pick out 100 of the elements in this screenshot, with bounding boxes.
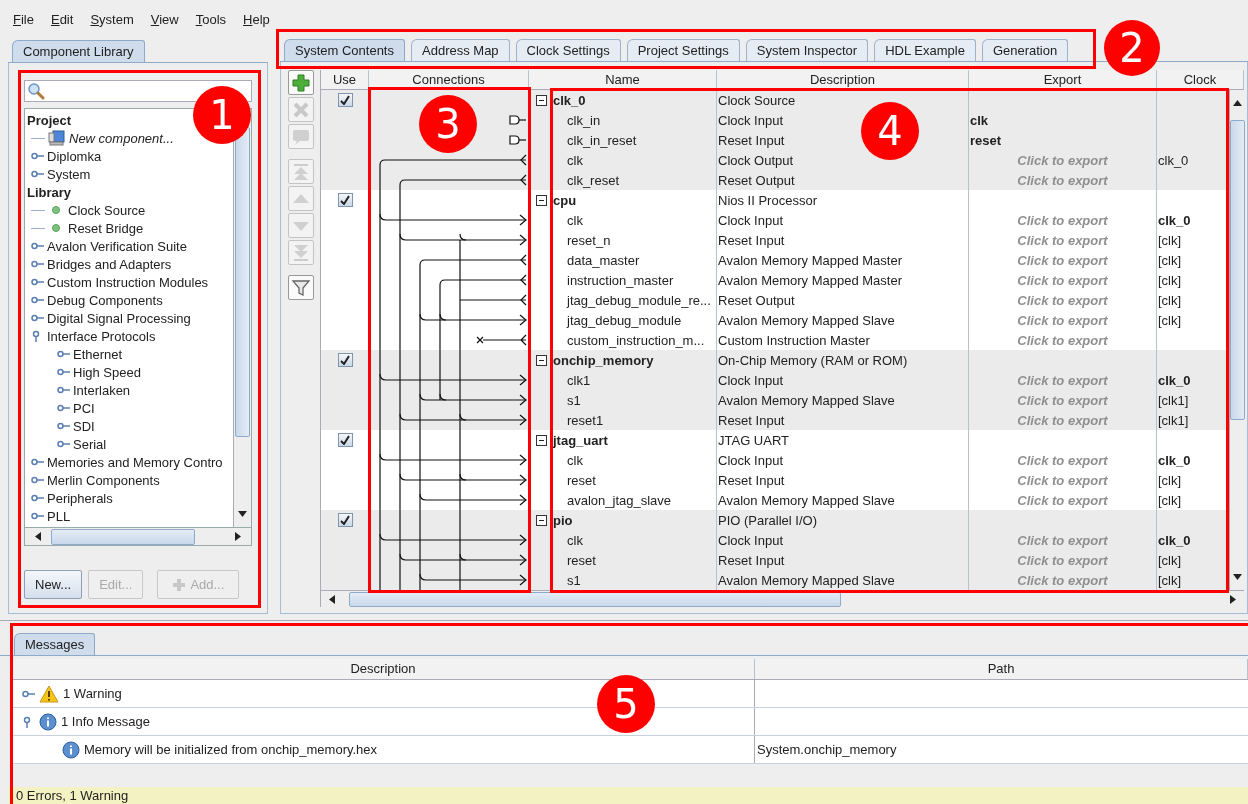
collapsed-node-icon[interactable] bbox=[57, 402, 70, 414]
tree-item[interactable]: Reset Bridge bbox=[68, 220, 144, 236]
tab[interactable]: Project Settings bbox=[626, 39, 740, 61]
collapsed-node-icon[interactable] bbox=[57, 420, 70, 432]
tree-item[interactable]: Digital Signal Processing bbox=[47, 310, 191, 326]
menu-item[interactable]: Tools bbox=[195, 12, 227, 28]
collapsed-node-icon[interactable] bbox=[31, 240, 44, 252]
column-header[interactable]: Path bbox=[755, 659, 1248, 679]
tree-item[interactable]: New component... bbox=[69, 130, 174, 146]
message-text[interactable]: 1 Info Message bbox=[61, 714, 150, 729]
tab[interactable]: Address Map bbox=[411, 39, 510, 61]
output-connection-line[interactable] bbox=[419, 254, 527, 266]
collapsed-node-icon[interactable] bbox=[31, 168, 44, 180]
unconnected-port-line[interactable] bbox=[476, 334, 527, 346]
module-name[interactable]: jtag_uart bbox=[553, 432, 608, 448]
menu-item[interactable]: File bbox=[13, 12, 34, 28]
collapse-icon[interactable] bbox=[536, 194, 547, 206]
input-connection-arrow[interactable] bbox=[399, 233, 527, 246]
collapsed-node-icon[interactable] bbox=[31, 456, 44, 468]
menu-item[interactable]: Edit bbox=[50, 12, 74, 28]
collapsed-node-icon[interactable] bbox=[31, 510, 44, 522]
tab[interactable]: Messages bbox=[14, 633, 96, 655]
column-header[interactable]: Use bbox=[321, 70, 369, 89]
tree-item[interactable]: Peripherals bbox=[47, 490, 113, 506]
tree-item[interactable]: Bridges and Adapters bbox=[47, 256, 172, 272]
tree-item[interactable]: System bbox=[47, 166, 91, 182]
scrollbar[interactable] bbox=[24, 527, 252, 546]
tab[interactable]: HDL Example bbox=[874, 39, 976, 61]
collapsed-node-icon[interactable] bbox=[31, 312, 44, 324]
tab[interactable]: System Contents bbox=[284, 39, 405, 61]
collapsed-node-icon[interactable] bbox=[57, 438, 70, 450]
tree-item[interactable]: Serial bbox=[73, 436, 107, 452]
checkbox[interactable] bbox=[337, 433, 353, 447]
scrollbar[interactable] bbox=[1229, 90, 1245, 590]
module-name[interactable]: pio bbox=[553, 512, 573, 528]
tree-item[interactable]: High Speed bbox=[73, 364, 141, 380]
button[interactable]: New... bbox=[24, 570, 83, 599]
tree-heading[interactable]: Library bbox=[27, 184, 72, 200]
input-connection-arrow[interactable] bbox=[419, 313, 527, 326]
tab[interactable]: Clock Settings bbox=[515, 39, 621, 61]
toolbar-button[interactable] bbox=[288, 275, 314, 300]
tree-item[interactable]: Debug Components bbox=[47, 292, 163, 308]
module-name[interactable]: clk_0 bbox=[553, 92, 586, 108]
input-connection-arrow[interactable] bbox=[399, 473, 527, 486]
message-text[interactable]: Memory will be initialized from onchip_memory.hex bbox=[84, 742, 378, 757]
input-connection-arrow[interactable] bbox=[379, 453, 527, 466]
tree-item[interactable]: Interface Protocols bbox=[47, 328, 156, 344]
output-connection-line[interactable] bbox=[439, 274, 527, 286]
tree-item[interactable]: PLL bbox=[47, 508, 71, 524]
checkbox[interactable] bbox=[337, 93, 353, 107]
input-connection-arrow[interactable] bbox=[399, 553, 527, 566]
exported-port-icon[interactable] bbox=[509, 135, 527, 145]
input-connection-arrow[interactable] bbox=[419, 493, 527, 506]
checkbox[interactable] bbox=[337, 513, 353, 527]
tree-item[interactable]: Merlin Components bbox=[47, 472, 160, 488]
collapsed-node-icon[interactable] bbox=[57, 366, 70, 378]
output-connection-line[interactable] bbox=[399, 174, 527, 186]
export-name[interactable]: clk bbox=[969, 110, 1157, 130]
toolbar-button[interactable] bbox=[288, 70, 314, 95]
checkbox[interactable] bbox=[337, 353, 353, 367]
input-connection-arrow[interactable] bbox=[379, 373, 527, 386]
tree-item[interactable]: Diplomka bbox=[47, 148, 102, 164]
column-header[interactable]: Clock bbox=[1157, 70, 1244, 89]
menu-item[interactable]: System bbox=[90, 12, 134, 28]
module-name[interactable]: cpu bbox=[553, 192, 577, 208]
tab[interactable]: Component Library bbox=[12, 40, 145, 62]
export-name[interactable]: reset bbox=[969, 130, 1157, 150]
output-connection-line[interactable] bbox=[379, 154, 527, 166]
tree-item[interactable]: PCI bbox=[73, 400, 95, 416]
input-connection-arrow[interactable] bbox=[419, 393, 527, 406]
collapse-icon[interactable] bbox=[536, 354, 547, 366]
collapse-icon[interactable] bbox=[536, 434, 547, 446]
output-connection-line[interactable] bbox=[459, 294, 527, 306]
tree-item[interactable]: SDI bbox=[73, 418, 95, 434]
tree-item[interactable]: Clock Source bbox=[68, 202, 146, 218]
column-header[interactable]: Name bbox=[529, 70, 717, 89]
tree-item[interactable]: Custom Instruction Modules bbox=[47, 274, 209, 290]
exported-port-icon[interactable] bbox=[509, 115, 527, 125]
tab[interactable]: System Inspector bbox=[745, 39, 869, 61]
tab[interactable]: Generation bbox=[981, 39, 1069, 61]
tree-heading[interactable]: Project bbox=[27, 112, 72, 128]
menu-item[interactable]: Help bbox=[243, 12, 270, 28]
checkbox[interactable] bbox=[337, 193, 353, 207]
collapsed-node-icon[interactable] bbox=[31, 474, 44, 486]
column-header[interactable]: Description bbox=[717, 70, 969, 89]
collapse-icon[interactable] bbox=[536, 514, 547, 526]
tree-item[interactable]: Interlaken bbox=[73, 382, 131, 398]
tree-item[interactable]: Avalon Verification Suite bbox=[47, 238, 187, 254]
tree-item[interactable]: Memories and Memory Contro bbox=[47, 454, 223, 470]
tree-item[interactable]: Ethernet bbox=[73, 346, 123, 362]
collapsed-node-icon[interactable] bbox=[31, 258, 44, 270]
input-connection-arrow[interactable] bbox=[419, 573, 527, 586]
collapsed-node-icon[interactable] bbox=[31, 492, 44, 504]
collapsed-node-icon[interactable] bbox=[57, 348, 70, 360]
menu-item[interactable]: View bbox=[150, 12, 179, 28]
collapse-icon[interactable] bbox=[536, 94, 547, 106]
input-connection-arrow[interactable] bbox=[399, 413, 527, 426]
module-name[interactable]: onchip_memory bbox=[553, 352, 654, 368]
column-header[interactable]: Connections bbox=[369, 70, 529, 89]
collapsed-node-icon[interactable] bbox=[31, 294, 44, 306]
